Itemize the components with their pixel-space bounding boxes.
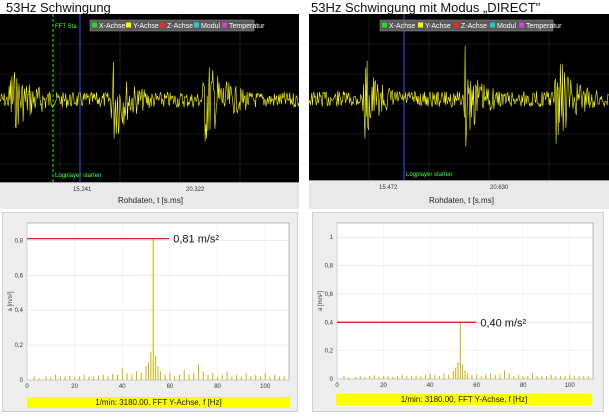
left-title: 53Hz Schwingung	[6, 0, 111, 15]
legend-label: X-Achse	[99, 23, 126, 30]
legend-label: Temperatur	[229, 23, 265, 30]
fft-y-axis-label: a [m/s²]	[318, 291, 324, 311]
right-fft-chart: 0 0,2 0,4 0,6 0,8 1 0 20 40 60 80 100 a [m/s²] 0,40 m…	[318, 222, 594, 389]
fft-y-tick-label: 0,2	[325, 349, 334, 355]
legend-swatch	[519, 22, 524, 28]
left-legend: X-Achse Y-Achse Z-Achse Modul Temperatur	[89, 19, 265, 32]
legend-swatch	[222, 22, 227, 28]
fft-x-tick-label: 40	[119, 384, 126, 390]
legend-label: Modul	[497, 23, 517, 30]
fft-y-tick-label: 1	[330, 235, 334, 241]
legend-swatch	[160, 22, 165, 28]
right-logplayer-label[interactable]: Logplayer starten	[406, 172, 452, 178]
fft-y-tick-label: 0,2	[15, 343, 24, 349]
fft-y-tick-label: 0,6	[15, 273, 24, 279]
fft-peak-label: 0,40 m/s²	[480, 317, 526, 329]
left-time-panel: FFT Sta Logplayer starten X-Achse Y-Achse…	[0, 14, 299, 209]
left-fft-panel: 0 0,2 0,4 0,6 0,8 0 20 40 60 80 100 a [m/s²] 0,81 m/…	[2, 212, 298, 412]
fft-y-tick-label: 0,6	[325, 292, 334, 298]
fft-x-tick-label: 60	[473, 383, 480, 389]
left-fft-start-label: FFT Sta	[55, 24, 77, 30]
left-time-chart: FFT Sta Logplayer starten X-Achse Y-Achse…	[0, 14, 299, 205]
fft-y-tick-label: 0,4	[15, 308, 24, 314]
legend-label: Y-Achse	[133, 23, 159, 30]
right-legend: X-Achse Y-Achse Z-Achse Modul Temperatur	[379, 19, 562, 32]
fft-x-tick-label: 100	[260, 384, 271, 390]
legend-swatch	[194, 22, 199, 28]
fft-x-tick-label: 20	[71, 384, 78, 390]
fft-x-tick-label: 60	[167, 384, 174, 390]
fft-y-tick-label: 0	[20, 378, 24, 384]
fft-x-tick-label: 20	[380, 383, 387, 389]
left-time-tick-2: 20.322	[186, 187, 205, 193]
fft-x-tick-label: 80	[520, 383, 527, 389]
legend-item-temperatur[interactable]: Temperatur	[519, 22, 562, 31]
fft-y-tick-label: 0,8	[15, 238, 24, 244]
right-title: 53Hz Schwingung mit Modus „DIRECT"	[311, 0, 541, 15]
fft-y-tick-label: 0,8	[325, 264, 334, 270]
right-time-tick-2: 20.630	[490, 185, 509, 191]
right-time-axis-label: Rohdaten, t [s.ms]	[429, 196, 494, 205]
fft-x-tick-label: 0	[25, 384, 29, 390]
legend-swatch	[382, 22, 387, 28]
fft-y-tick-label: 0	[330, 377, 334, 383]
right-time-panel: Logplayer starten X-Achse Y-Achse Z-Achse M…	[309, 14, 609, 209]
legend-label: Z-Achse	[461, 23, 487, 30]
legend-swatch	[92, 22, 97, 28]
fft-peak-label: 0,81 m/s²	[173, 234, 219, 246]
right-time-chart: Logplayer starten X-Achse Y-Achse Z-Achse M…	[309, 14, 609, 205]
left-time-axis-label: Rohdaten, t [s.ms]	[118, 196, 183, 205]
right-fft-footer: 1/min: 3180.00, FFT Y-Achse, f [Hz]	[336, 394, 592, 405]
fft-x-tick-label: 40	[427, 383, 434, 389]
legend-swatch	[454, 22, 459, 28]
left-time-tick-1: 15.241	[73, 187, 92, 193]
legend-item-temperatur[interactable]: Temperatur	[222, 22, 265, 31]
legend-label: Modul	[201, 23, 221, 30]
left-fft-footer: 1/min: 3180.00, FFT Y-Achse, f [Hz]	[27, 397, 290, 408]
fft-x-tick-label: 100	[565, 383, 576, 389]
fft-x-tick-label: 80	[214, 384, 221, 390]
right-fft-panel: 0 0,2 0,4 0,6 0,8 1 0 20 40 60 80 100 a [m/s²] 0,40 m…	[312, 212, 604, 412]
legend-label: Temperatur	[526, 23, 562, 30]
fft-plot-area	[26, 222, 290, 381]
left-logplayer-label[interactable]: Logplayer starten	[55, 173, 101, 179]
legend-swatch	[490, 22, 495, 28]
fft-y-tick-label: 0,4	[325, 320, 334, 326]
legend-swatch	[126, 22, 131, 28]
legend-label: Y-Achse	[425, 23, 451, 30]
left-fft-chart: 0 0,2 0,4 0,6 0,8 0 20 40 60 80 100 a [m/s²] 0,81 m/…	[8, 222, 290, 390]
fft-y-axis-label: a [m/s²]	[8, 291, 14, 311]
fft-plot-area	[336, 222, 594, 380]
right-time-tick-1: 15.472	[379, 185, 398, 191]
fft-x-tick-label: 0	[335, 383, 339, 389]
legend-label: X-Achse	[389, 23, 416, 30]
legend-label: Z-Achse	[167, 23, 193, 30]
legend-swatch	[418, 22, 423, 28]
